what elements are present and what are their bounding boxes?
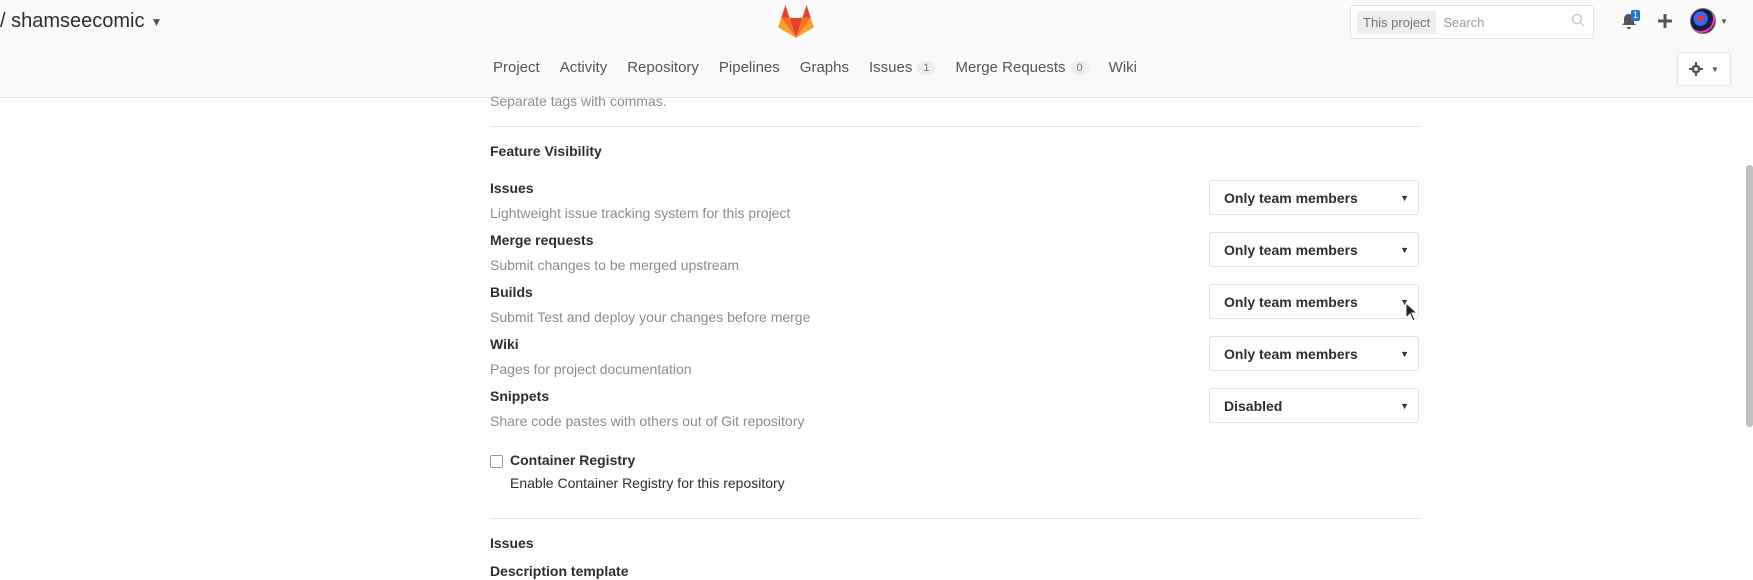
- tab-merge-requests[interactable]: Merge Requests 0: [955, 59, 1089, 76]
- feature-wiki-label: Wiki: [490, 336, 519, 352]
- tab-pipelines[interactable]: Pipelines: [719, 59, 780, 76]
- notifications-button[interactable]: 1: [1616, 8, 1642, 34]
- feature-snippets-desc: Share code pastes with others out of Git…: [490, 413, 805, 429]
- project-name: / shamseecomic: [0, 10, 145, 32]
- tags-hint: Separate tags with commas.: [490, 93, 667, 109]
- tab-label: Issues: [868, 59, 913, 76]
- container-registry-desc: Enable Container Registry for this repos…: [510, 475, 785, 491]
- dropdown-arrow-icon: ▼: [1400, 400, 1409, 411]
- tab-label: Merge Requests: [955, 59, 1066, 76]
- tab-repository[interactable]: Repository: [627, 59, 699, 76]
- select-value: Only team members: [1224, 293, 1358, 310]
- project-switcher[interactable]: / shamseecomic ▼: [0, 10, 162, 33]
- user-menu[interactable]: ▼: [1688, 8, 1730, 34]
- feature-snippets-label: Snippets: [490, 388, 550, 404]
- divider: [490, 518, 1420, 519]
- select-value: Only team members: [1224, 345, 1358, 362]
- select-value: Only team members: [1224, 241, 1358, 258]
- notifications-badge: 1: [1630, 10, 1640, 21]
- dropdown-arrow-icon: ▼: [1400, 192, 1409, 203]
- tab-wiki[interactable]: Wiki: [1109, 59, 1137, 76]
- tab-activity[interactable]: Activity: [560, 59, 608, 76]
- wiki-visibility-select[interactable]: Only team members ▼: [1209, 336, 1419, 371]
- tab-label: Project: [493, 59, 540, 76]
- gear-icon: [1689, 62, 1704, 76]
- feature-builds-label: Builds: [490, 284, 533, 300]
- feature-builds-desc: Submit Test and deploy your changes befo…: [490, 309, 811, 325]
- search-placeholder: Search: [1443, 14, 1485, 30]
- gitlab-logo[interactable]: [777, 3, 815, 39]
- container-registry-label[interactable]: Container Registry: [510, 452, 635, 468]
- snippets-visibility-select[interactable]: Disabled ▼: [1209, 388, 1419, 423]
- search-scope-chip[interactable]: This project: [1357, 10, 1437, 34]
- mouse-pointer-icon: [1405, 302, 1419, 322]
- chevron-down-icon: ▼: [1720, 16, 1728, 26]
- divider: [490, 126, 1420, 127]
- feature-issues-label: Issues: [490, 180, 534, 196]
- feature-visibility-title: Feature Visibility: [490, 143, 602, 159]
- issues-count-badge: 1: [917, 60, 936, 75]
- project-nav: Project Activity Repository Pipelines Gr…: [493, 59, 1137, 76]
- tab-graphs[interactable]: Graphs: [800, 59, 849, 76]
- feature-merge-requests-label: Merge requests: [490, 232, 594, 248]
- feature-wiki-desc: Pages for project documentation: [490, 361, 692, 377]
- builds-visibility-select[interactable]: Only team members ▼: [1209, 284, 1419, 319]
- header-actions: 1 ▼: [1616, 8, 1730, 34]
- plus-icon: [1658, 14, 1672, 28]
- tab-label: Repository: [627, 59, 699, 76]
- chevron-down-icon: ▼: [150, 14, 163, 29]
- tab-label: Wiki: [1108, 59, 1137, 76]
- chevron-down-icon: ▼: [1711, 64, 1719, 74]
- page-scrollbar[interactable]: [1746, 165, 1753, 427]
- select-value: Disabled: [1224, 397, 1283, 414]
- top-header: / shamseecomic ▼ This project Search 1 ▼…: [0, 0, 1753, 98]
- tab-project[interactable]: Project: [493, 59, 540, 76]
- feature-issues-desc: Lightweight issue tracking system for th…: [490, 205, 791, 221]
- issues-section-title: Issues: [490, 535, 534, 551]
- dropdown-arrow-icon: ▼: [1400, 244, 1409, 255]
- description-template-label: Description template: [490, 563, 629, 579]
- tab-label: Graphs: [799, 59, 849, 76]
- container-registry-checkbox[interactable]: [490, 455, 503, 468]
- new-item-button[interactable]: [1652, 8, 1678, 34]
- tab-label: Activity: [559, 59, 608, 76]
- dropdown-arrow-icon: ▼: [1400, 348, 1409, 359]
- project-settings-button[interactable]: ▼: [1677, 52, 1731, 86]
- search-icon: [1571, 13, 1585, 32]
- merge-requests-count-badge: 0: [1070, 60, 1089, 75]
- select-value: Only team members: [1224, 189, 1358, 206]
- search-input[interactable]: This project Search: [1350, 5, 1594, 39]
- avatar: [1690, 8, 1717, 34]
- tab-issues[interactable]: Issues 1: [868, 59, 936, 76]
- tab-label: Pipelines: [718, 59, 780, 76]
- merge-requests-visibility-select[interactable]: Only team members ▼: [1209, 232, 1419, 267]
- feature-merge-requests-desc: Submit changes to be merged upstream: [490, 257, 740, 273]
- issues-visibility-select[interactable]: Only team members ▼: [1209, 180, 1419, 215]
